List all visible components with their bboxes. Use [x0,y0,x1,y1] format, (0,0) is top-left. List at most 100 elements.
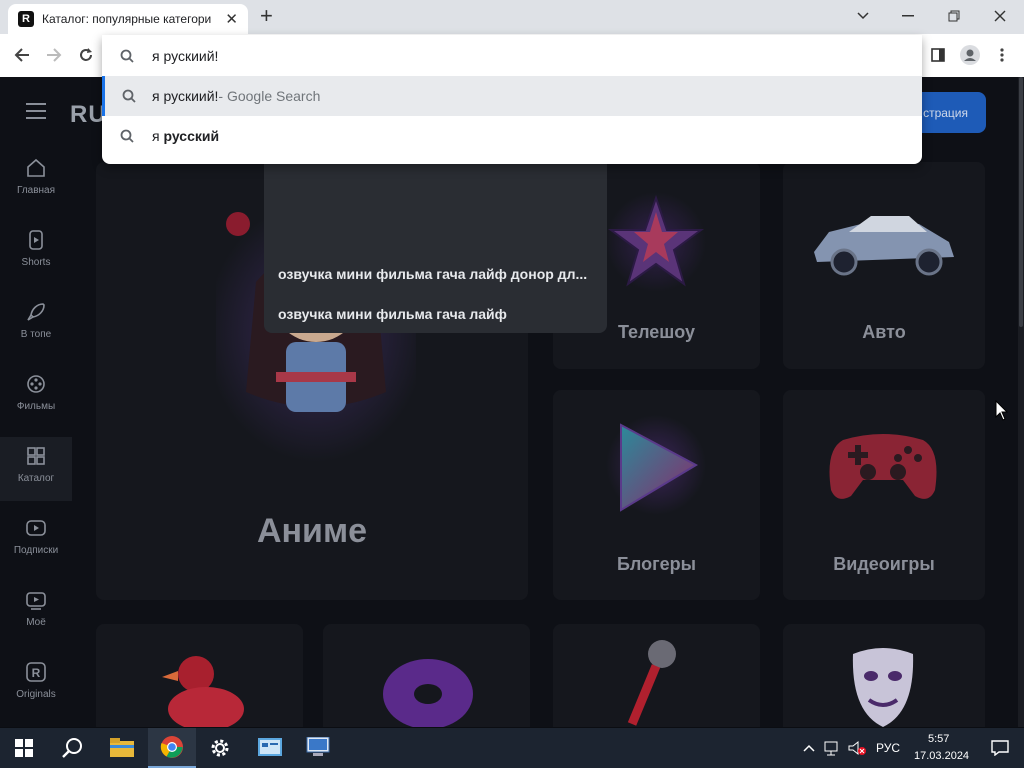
close-window-icon[interactable] [990,6,1010,26]
home-icon [27,158,45,177]
action-center-button[interactable] [976,728,1024,768]
category-card-theater[interactable] [783,624,985,727]
chrome-taskbar-button[interactable] [148,728,196,768]
tab-title: Каталог: популярные категории [42,12,212,26]
start-button[interactable] [0,728,48,768]
remote-desktop-icon [306,737,330,756]
clock-date[interactable]: 17.03.2024 [914,750,969,762]
sidebar-item-films[interactable]: Фильмы [0,365,72,429]
back-arrow-icon[interactable] [10,43,34,67]
category-card-videogames[interactable]: Видеоигры [783,390,985,600]
search-icon [62,738,82,758]
sidebar: Главная Shorts В топе Фильмы Каталог Под… [0,149,72,727]
volume-muted-icon[interactable] [846,728,868,768]
shorts-icon [29,230,43,250]
omnibox-dropdown: я рускиий! я рускиий! - Google Search я … [102,35,922,164]
windows-taskbar: РУС 5:57 17.03.2024 [0,728,1024,768]
folder-icon [110,738,134,757]
profile-avatar-icon[interactable] [958,43,982,67]
sidebar-item-catalog[interactable]: Каталог [0,437,72,501]
theater-mask-icon [852,648,914,727]
address-bar[interactable]: я рускиий! [102,35,922,76]
file-explorer-button[interactable] [98,728,146,768]
sidebar-item-label: В топе [20,329,52,340]
sidebar-item-label: Главная [16,185,56,196]
network-icon[interactable] [822,728,844,768]
search-history-item[interactable]: озвучка мини фильма гача лайф донор дл..… [278,266,587,282]
omnibox-suggestion[interactable]: я рускиий! - Google Search [102,76,922,116]
suggestion-bold-text: русский [163,128,220,144]
browser-tab[interactable]: R Каталог: популярные категории ✕ [8,4,248,34]
film-reel-icon [27,375,45,393]
minimize-icon[interactable] [898,6,918,26]
forward-arrow-icon[interactable] [42,43,66,67]
sidebar-item-label: Shorts [21,257,51,268]
windows-logo-icon [15,739,33,757]
suggestion-text: я рускиий! [152,88,219,104]
category-label: Авто [862,322,906,342]
page-scrollbar[interactable] [1018,77,1024,727]
search-taskbar-button[interactable] [48,728,96,768]
chrome-icon [160,736,183,758]
suggestion-source: - Google Search [218,88,321,104]
rocket-icon [27,303,45,321]
rutube-favicon-icon: R [18,11,34,27]
language-indicator[interactable]: РУС [876,741,900,755]
category-card-bloggers[interactable]: Блогеры [553,390,760,600]
notification-icon [991,740,1009,756]
rutube-page: RU страция Главная Shorts В топе Фильмы … [0,77,1018,727]
sidebar-item-label: Originals [16,689,56,700]
sidebar-item-subscriptions[interactable]: Подписки [0,509,72,573]
address-bar-input[interactable]: я рускиий! [152,48,218,64]
sidebar-item-shorts[interactable]: Shorts [0,221,72,285]
svg-text:R: R [32,666,41,680]
tab-close-icon[interactable]: ✕ [225,10,238,28]
browser-titlebar: R Каталог: популярные категории ✕ + [0,0,1024,34]
search-icon [102,49,152,63]
category-label: Блогеры [616,554,696,574]
category-label: Видеоигры [833,554,935,574]
control-panel-taskbar-button[interactable] [246,728,294,768]
reload-icon[interactable] [74,43,98,67]
car-icon [814,216,954,276]
scrollbar-thumb[interactable] [1019,77,1023,327]
show-hidden-icons-chevron-icon[interactable] [800,728,818,768]
category-card-food[interactable] [323,624,530,727]
category-card-auto[interactable]: Авто [783,162,985,369]
search-icon [105,89,152,103]
new-tab-button[interactable]: + [260,5,273,27]
play-triangle-icon [606,415,706,515]
hamburger-menu-icon[interactable] [26,103,46,119]
sidebar-item-my[interactable]: Моё [0,581,72,645]
category-card-music[interactable] [553,624,760,727]
category-label: Аниме [256,512,368,550]
category-card-kids[interactable] [96,624,303,727]
rubber-duck-icon [162,656,244,727]
sidebar-item-trending[interactable]: В топе [0,293,72,357]
search-history-item[interactable]: озвучка мини фильма гача лайф [278,306,507,322]
menu-kebab-icon[interactable] [990,43,1014,67]
star-icon [606,192,706,292]
network-app-taskbar-button[interactable] [294,728,342,768]
search-history-dropdown: озвучка мини фильма гача лайф донор дл..… [264,154,607,333]
sidebar-item-label: Подписки [13,545,59,556]
sidebar-item-label: Моё [26,617,46,628]
omnibox-suggestion[interactable]: я русский [102,116,922,156]
donut-icon [383,659,473,727]
settings-taskbar-button[interactable] [196,728,244,768]
mouse-cursor-icon [995,400,1009,421]
sidebar-item-originals[interactable]: R Originals [0,653,72,717]
restore-icon[interactable] [944,6,964,26]
sidebar-item-home[interactable]: Главная [0,149,72,213]
tab-search-chevron-icon[interactable] [853,6,873,26]
originals-icon: R [26,662,46,682]
microphone-icon [627,640,676,726]
sidebar-item-label: Каталог [17,473,55,484]
gear-icon [211,739,229,757]
clock-time[interactable]: 5:57 [928,733,949,745]
gamepad-icon [829,434,937,499]
sidebar-item-label: Фильмы [16,401,56,412]
grid-icon [27,447,45,465]
search-icon [102,129,152,143]
side-panel-icon[interactable] [926,43,950,67]
